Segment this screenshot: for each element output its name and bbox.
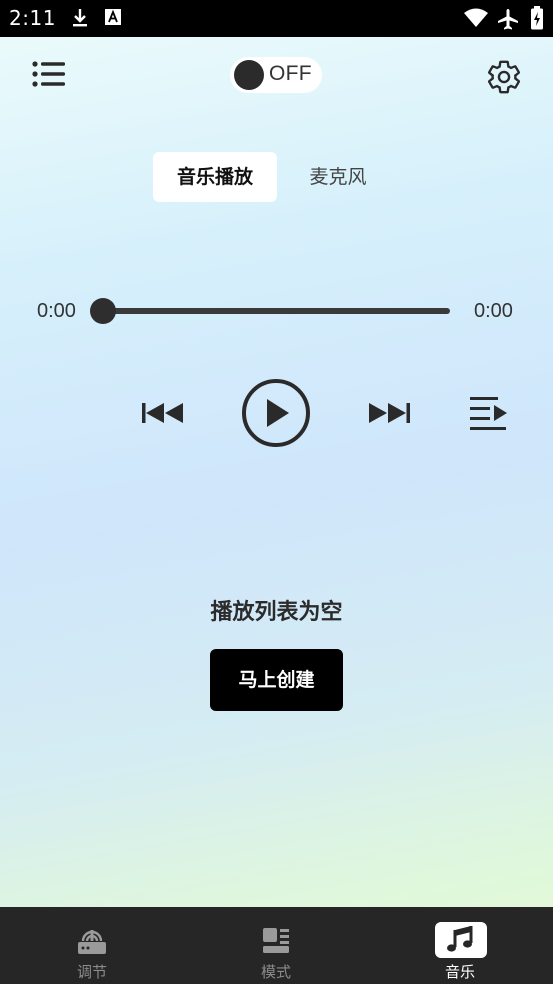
progress-thumb[interactable]: [90, 298, 116, 324]
airplane-icon: [496, 8, 520, 34]
progress-slider[interactable]: [103, 308, 450, 314]
download-icon: [70, 8, 90, 32]
status-time: 2:11: [9, 6, 56, 30]
nav-item-modes[interactable]: 模式: [184, 907, 368, 984]
tab-microphone[interactable]: 麦克风: [283, 152, 393, 202]
skip-previous-icon[interactable]: [140, 401, 184, 429]
bottom-navigation: 调节 模式 音乐: [0, 907, 553, 984]
status-bar: 2:11: [0, 0, 553, 37]
modes-icon: [262, 927, 290, 959]
nav-label-music: 音乐: [444, 963, 475, 981]
top-bar: OFF: [0, 37, 553, 117]
nav-item-music[interactable]: 音乐: [368, 907, 552, 984]
tab-music-playback[interactable]: 音乐播放: [153, 152, 277, 202]
wifi-icon: [463, 8, 489, 32]
toggle-knob: [234, 60, 264, 90]
create-now-button[interactable]: 马上创建: [210, 649, 343, 711]
nav-label-adjust: 调节: [76, 963, 107, 981]
power-toggle[interactable]: OFF: [230, 57, 322, 93]
skip-next-icon[interactable]: [368, 401, 412, 429]
duration-time: 0:00: [474, 300, 513, 322]
elapsed-time: 0:00: [37, 300, 76, 322]
nav-label-modes: 模式: [260, 963, 291, 981]
empty-playlist-message: 播放列表为空: [210, 600, 343, 625]
playlist-icon[interactable]: [469, 396, 509, 436]
a-notification-icon: [104, 8, 122, 30]
toggle-label: OFF: [269, 62, 312, 85]
nav-item-adjust[interactable]: 调节: [0, 907, 184, 984]
play-icon[interactable]: [241, 378, 311, 452]
battery-charging-icon: [530, 6, 544, 34]
list-menu-icon[interactable]: [30, 59, 68, 91]
gear-icon[interactable]: [485, 58, 523, 96]
music-note-icon: [446, 924, 476, 960]
equalizer-device-icon: [77, 927, 107, 959]
